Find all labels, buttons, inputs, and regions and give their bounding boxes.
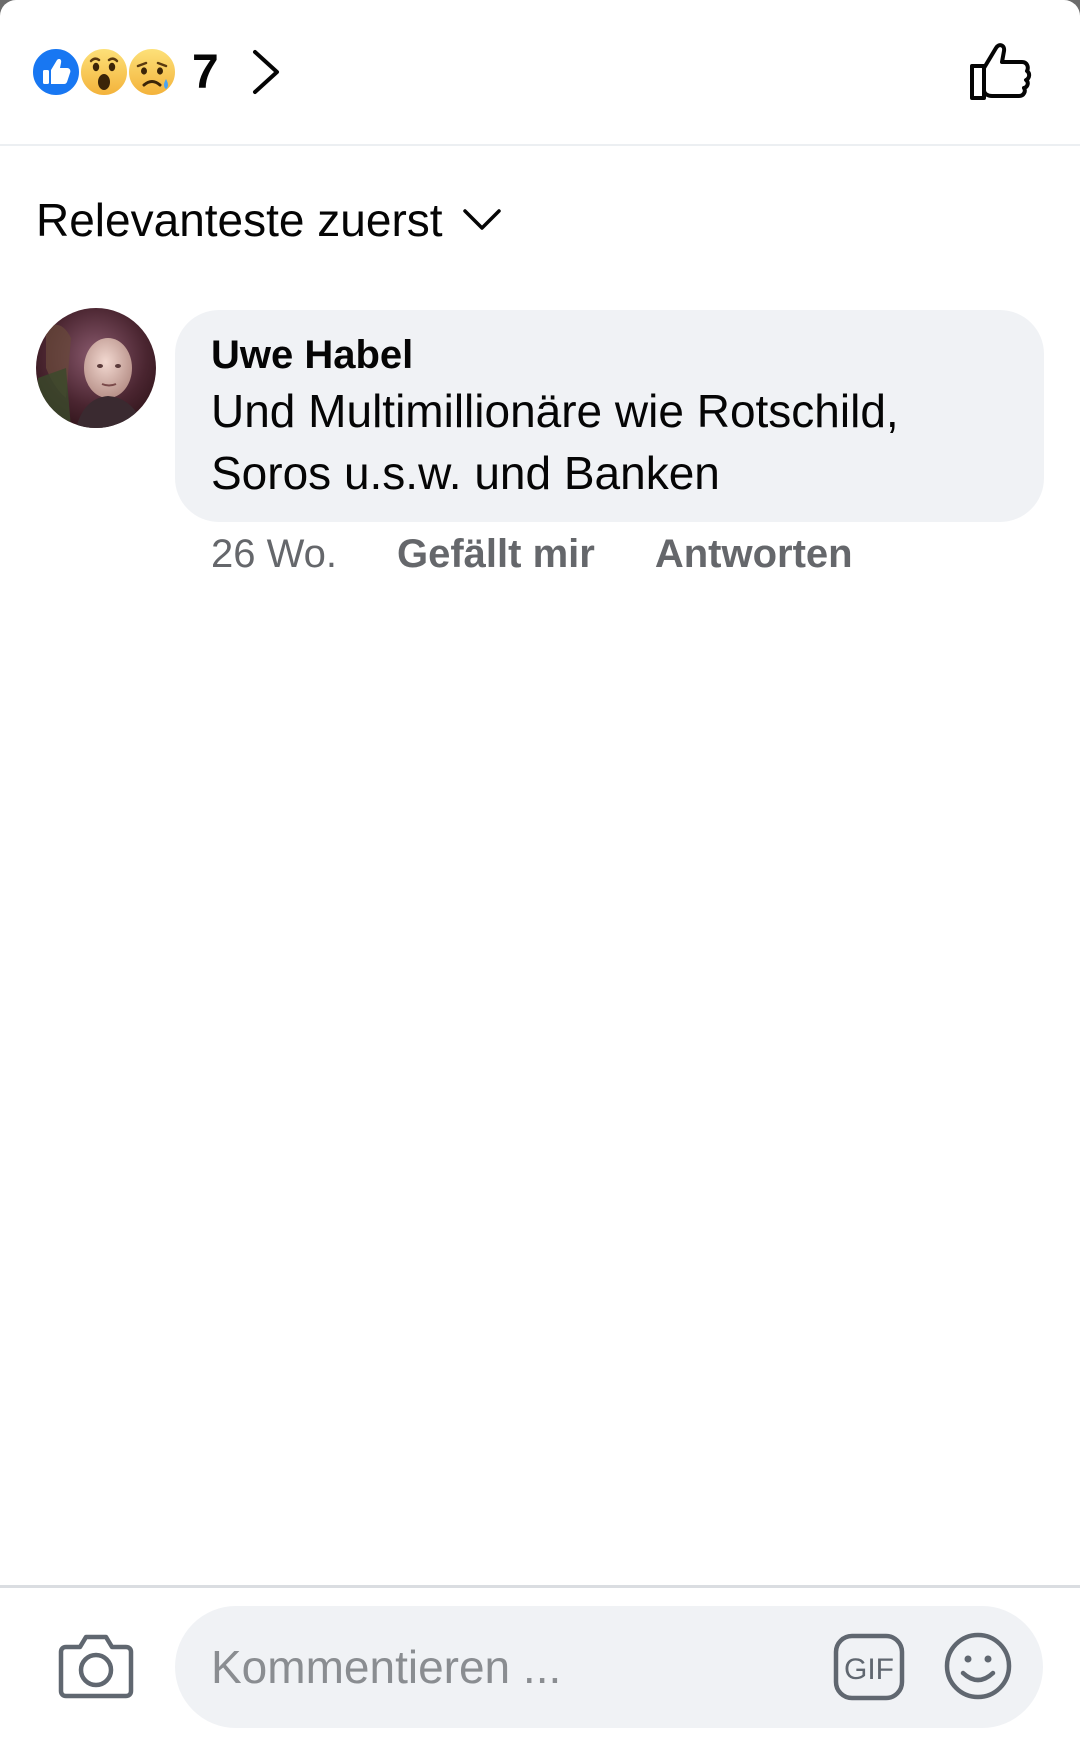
reactions-summary[interactable]: 7 [30,44,283,100]
reactions-header: 7 [0,0,1080,146]
comment-author[interactable]: Uwe Habel [211,330,1008,380]
avatar-photo [36,308,156,428]
avatar[interactable] [36,308,156,428]
like-comment-button[interactable]: Gefällt mir [397,532,595,577]
like-reaction-icon [31,47,81,97]
sort-dropdown[interactable]: Relevanteste zuerst [36,190,503,250]
comment-text-line: Soros u.s.w. und Banken [211,447,720,499]
reply-button[interactable]: Antworten [655,532,853,577]
comment-input-container: GIF [175,1606,1043,1728]
comment-text-line: Und Multimillionäre wie Rotschild, [211,385,899,437]
comment-composer: GIF [0,1585,1080,1740]
comment-actions: 26 Wo. Gefällt mir Antworten [211,530,853,578]
gif-label: GIF [844,1653,894,1686]
comment-input[interactable] [211,1606,771,1728]
chevron-right-icon[interactable] [249,46,283,98]
reaction-count: 7 [192,45,219,99]
comment-bubble[interactable]: Uwe Habel Und Multimillionäre wie Rotsch… [175,310,1044,522]
comments-sheet: 7 Relevanteste zuerst Uwe Habel Und Mult… [0,0,1080,1740]
comment-timestamp[interactable]: 26 Wo. [211,532,337,577]
chevron-down-icon [462,209,501,230]
sad-reaction-icon [127,47,177,97]
camera-icon[interactable] [58,1631,134,1699]
sort-label: Relevanteste zuerst [36,194,443,246]
comment-text: Und Multimillionäre wie Rotschild, Soros… [211,380,1008,504]
gif-icon[interactable]: GIF [833,1633,905,1701]
wow-reaction-icon [79,47,129,97]
like-outline-icon[interactable] [968,40,1032,104]
emoji-icon[interactable] [943,1631,1013,1701]
